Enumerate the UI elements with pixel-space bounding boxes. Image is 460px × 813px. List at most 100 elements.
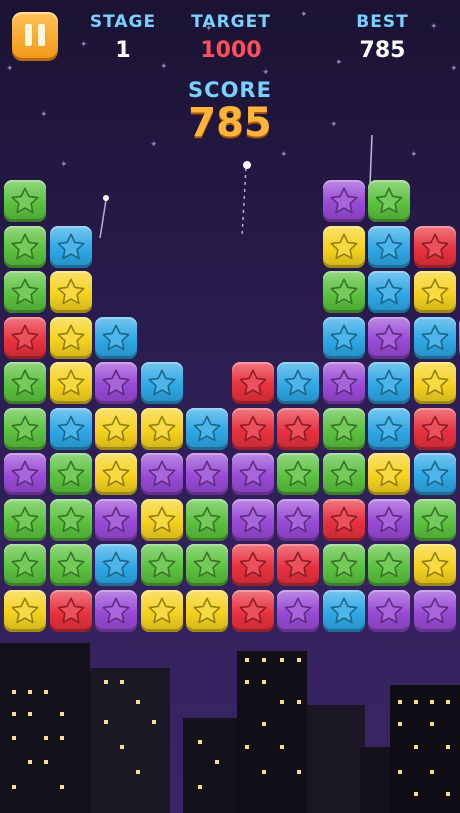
- star-tile[interactable]: [277, 362, 319, 404]
- star-icon: [330, 506, 357, 532]
- star-tile[interactable]: [95, 453, 137, 495]
- star-tile[interactable]: [95, 498, 137, 541]
- star-tile[interactable]: [322, 407, 365, 450]
- star-icon: [375, 460, 403, 487]
- star-tile[interactable]: [277, 544, 319, 586]
- star-tile[interactable]: [322, 453, 365, 495]
- star-tile[interactable]: [95, 589, 137, 632]
- star-tile[interactable]: [231, 362, 274, 404]
- star-tile[interactable]: [140, 453, 183, 495]
- star-icon: [375, 187, 403, 214]
- star-tile[interactable]: [368, 407, 410, 450]
- star-tile[interactable]: [413, 453, 456, 495]
- star-tile[interactable]: [322, 271, 365, 313]
- star-tile[interactable]: [186, 407, 228, 450]
- star-tile[interactable]: [4, 271, 46, 313]
- star-icon: [193, 597, 221, 623]
- star-icon: [57, 506, 84, 532]
- star-tile[interactable]: [95, 362, 137, 404]
- star-icon: [375, 506, 403, 532]
- star-icon: [57, 551, 84, 578]
- star-tile[interactable]: [186, 453, 228, 495]
- star-tile[interactable]: [322, 180, 365, 222]
- star-tile[interactable]: [49, 589, 92, 632]
- star-tile[interactable]: [49, 407, 92, 450]
- star-tile[interactable]: [277, 498, 319, 541]
- star-tile[interactable]: [4, 544, 46, 586]
- star-tile[interactable]: [368, 180, 410, 222]
- star-tile[interactable]: [277, 453, 319, 495]
- star-tile[interactable]: [413, 316, 456, 359]
- star-tile[interactable]: [4, 589, 46, 632]
- star-tile[interactable]: [231, 407, 274, 450]
- star-tile[interactable]: [368, 316, 410, 359]
- star-icon: [57, 233, 84, 259]
- star-grid: [0, 0, 460, 813]
- star-tile[interactable]: [322, 498, 365, 541]
- star-tile[interactable]: [322, 544, 365, 586]
- star-tile[interactable]: [231, 453, 274, 495]
- star-tile[interactable]: [231, 544, 274, 586]
- star-tile[interactable]: [4, 225, 46, 268]
- star-tile[interactable]: [368, 544, 410, 586]
- star-tile[interactable]: [322, 225, 365, 268]
- star-tile[interactable]: [368, 498, 410, 541]
- star-tile[interactable]: [49, 362, 92, 404]
- star-tile[interactable]: [368, 589, 410, 632]
- star-tile[interactable]: [277, 407, 319, 450]
- star-tile[interactable]: [95, 316, 137, 359]
- star-tile[interactable]: [368, 453, 410, 495]
- star-tile[interactable]: [140, 362, 183, 404]
- star-tile[interactable]: [140, 589, 183, 632]
- star-icon: [193, 460, 221, 487]
- star-icon: [284, 597, 312, 623]
- star-tile[interactable]: [186, 544, 228, 586]
- star-tile[interactable]: [140, 498, 183, 541]
- star-tile[interactable]: [322, 362, 365, 404]
- star-tile[interactable]: [413, 407, 456, 450]
- star-tile[interactable]: [368, 271, 410, 313]
- star-icon: [330, 460, 357, 487]
- star-tile[interactable]: [413, 362, 456, 404]
- star-icon: [11, 551, 39, 578]
- star-tile[interactable]: [4, 362, 46, 404]
- star-icon: [102, 506, 130, 532]
- star-tile[interactable]: [4, 180, 46, 222]
- star-tile[interactable]: [49, 316, 92, 359]
- star-tile[interactable]: [49, 271, 92, 313]
- star-tile[interactable]: [413, 225, 456, 268]
- star-tile[interactable]: [4, 498, 46, 541]
- star-tile[interactable]: [49, 453, 92, 495]
- star-icon: [239, 460, 266, 487]
- star-icon: [102, 324, 130, 350]
- star-tile[interactable]: [4, 453, 46, 495]
- star-tile[interactable]: [95, 407, 137, 450]
- star-tile[interactable]: [186, 498, 228, 541]
- star-icon: [375, 597, 403, 623]
- star-tile[interactable]: [322, 316, 365, 359]
- star-tile[interactable]: [186, 589, 228, 632]
- star-tile[interactable]: [413, 589, 456, 632]
- star-tile[interactable]: [413, 271, 456, 313]
- star-tile[interactable]: [231, 589, 274, 632]
- star-icon: [193, 506, 221, 532]
- star-tile[interactable]: [49, 225, 92, 268]
- star-tile[interactable]: [4, 407, 46, 450]
- star-icon: [148, 551, 175, 578]
- star-tile[interactable]: [49, 544, 92, 586]
- star-icon: [239, 415, 266, 441]
- star-tile[interactable]: [413, 544, 456, 586]
- star-tile[interactable]: [95, 544, 137, 586]
- star-tile[interactable]: [277, 589, 319, 632]
- star-tile[interactable]: [140, 544, 183, 586]
- star-tile[interactable]: [4, 316, 46, 359]
- star-tile[interactable]: [368, 225, 410, 268]
- star-tile[interactable]: [140, 407, 183, 450]
- star-tile[interactable]: [322, 589, 365, 632]
- star-tile[interactable]: [49, 498, 92, 541]
- star-tile[interactable]: [413, 498, 456, 541]
- star-tile[interactable]: [368, 362, 410, 404]
- star-icon: [375, 278, 403, 305]
- star-tile[interactable]: [231, 498, 274, 541]
- star-icon: [375, 551, 403, 578]
